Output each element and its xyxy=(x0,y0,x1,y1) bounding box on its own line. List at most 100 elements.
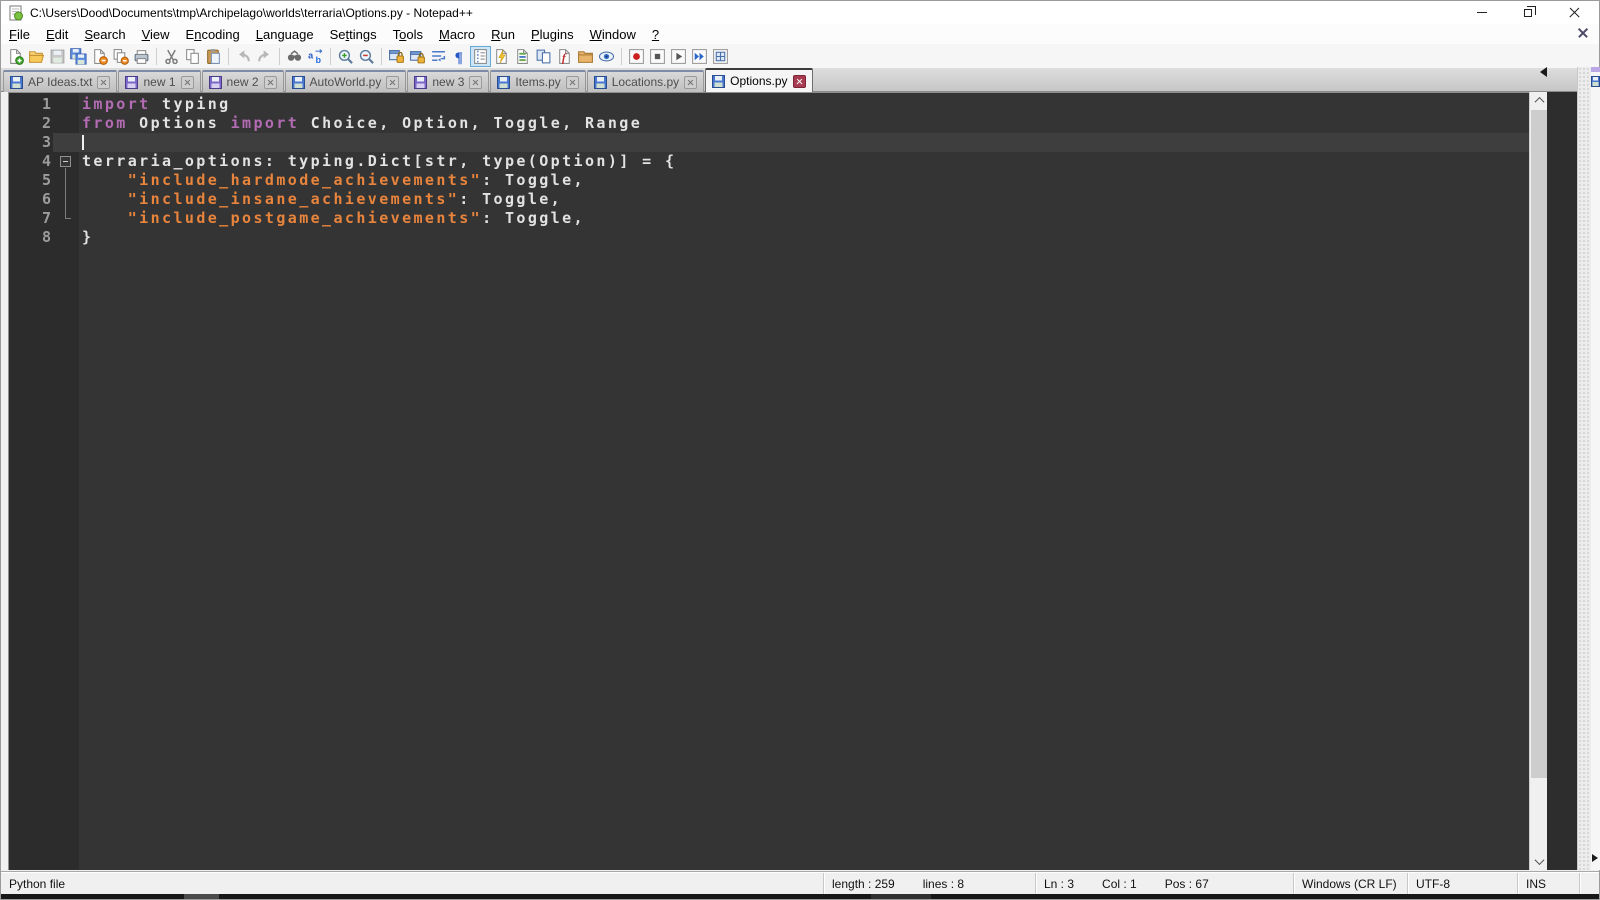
tab-options.py[interactable]: Options.py xyxy=(705,68,813,92)
tab-new-2[interactable]: new 2 xyxy=(201,70,284,92)
indent-guide-button[interactable] xyxy=(470,45,491,67)
tab-ap-ideas.txt[interactable]: AP Ideas.txt xyxy=(3,70,118,92)
menu-item-edit[interactable]: Edit xyxy=(38,25,76,44)
undo-button[interactable] xyxy=(233,46,254,67)
menu-item-encoding[interactable]: Encoding xyxy=(178,25,248,44)
paste-button[interactable] xyxy=(203,46,224,67)
macro-save-button[interactable] xyxy=(710,46,731,67)
tab-new-1[interactable]: new 1 xyxy=(118,70,201,92)
status-eol-format[interactable]: Windows (CR LF) xyxy=(1293,873,1407,894)
menu-item-run[interactable]: Run xyxy=(483,25,523,44)
doc-map-button[interactable] xyxy=(491,46,512,67)
tab-label: AutoWorld.py xyxy=(309,75,382,89)
tab-file-icon xyxy=(712,74,726,88)
tab-bar: AP Ideas.txt new 1 new 2 AutoWorld.py new 3 I… xyxy=(1,67,1599,92)
save-all-button[interactable] xyxy=(68,46,89,67)
open-folder-button[interactable] xyxy=(26,46,47,67)
find-button[interactable] xyxy=(284,46,305,67)
zoom-in-button[interactable] xyxy=(335,46,356,67)
scrollbar-thumb[interactable] xyxy=(1531,110,1547,778)
zoom-out-button[interactable] xyxy=(356,46,377,67)
word-wrap-button[interactable] xyxy=(428,46,449,67)
code-text: terraria_options: typing.Dict[str, type(… xyxy=(79,152,1529,171)
macro-record-button[interactable] xyxy=(626,46,647,67)
status-cursor-position: Ln : 3 Col : 1 Pos : 67 xyxy=(1035,873,1293,894)
line-number: 2 xyxy=(41,114,51,132)
show-all-characters-button[interactable]: ¶ xyxy=(449,46,470,67)
macro-stop-button[interactable] xyxy=(647,46,668,67)
toolbar-group xyxy=(161,46,224,67)
tab-scroll-left-icon[interactable] xyxy=(1540,67,1547,77)
string-token: "include_hardmode_achievements" xyxy=(127,171,483,189)
sync-vertical-button[interactable] xyxy=(386,46,407,67)
status-encoding[interactable]: UTF-8 xyxy=(1407,873,1517,894)
keyword-token: import xyxy=(230,114,300,132)
restore-button[interactable] xyxy=(1505,1,1551,24)
print-button[interactable] xyxy=(131,46,152,67)
code-token: : Toggle, xyxy=(459,190,563,208)
copy-button[interactable] xyxy=(182,46,203,67)
code-lines: 1 import typing 2 from Options import Choic… xyxy=(9,95,1529,247)
macro-run-multiple-button[interactable] xyxy=(689,46,710,67)
close-all-button[interactable] xyxy=(110,46,131,67)
menu-item-[interactable]: ? xyxy=(644,25,667,44)
code-text: "include_insane_achievements": Toggle, xyxy=(79,190,1529,209)
code-token: typing xyxy=(150,95,231,113)
monitoring-button[interactable] xyxy=(596,46,617,67)
main-area: 1 import typing 2 from Options import Choic… xyxy=(1,67,1600,872)
menu-item-settings[interactable]: Settings xyxy=(322,25,385,44)
folder-as-workspace-button[interactable] xyxy=(575,46,596,67)
code-token: terraria_options: typing.Dict[str, type(… xyxy=(82,152,677,170)
close-button[interactable] xyxy=(1551,1,1597,24)
menu-item-file[interactable]: File xyxy=(1,25,38,44)
tab-new-3[interactable]: new 3 xyxy=(407,70,490,92)
menu-item-language[interactable]: Language xyxy=(248,25,322,44)
cut-button[interactable] xyxy=(161,46,182,67)
scroll-down-icon[interactable] xyxy=(1530,853,1548,870)
save-button[interactable] xyxy=(47,46,68,67)
fold-collapse-marker[interactable] xyxy=(53,152,79,171)
redo-button[interactable] xyxy=(254,46,275,67)
tab-close-icon[interactable] xyxy=(263,75,277,89)
menu-item-window[interactable]: Window xyxy=(582,25,644,44)
function-list-button[interactable]: f xyxy=(554,46,575,67)
tab-close-icon[interactable] xyxy=(792,74,806,88)
tab-locations.py[interactable]: Locations.py xyxy=(586,70,705,92)
menu-item-search[interactable]: Search xyxy=(76,25,133,44)
vertical-scrollbar[interactable] xyxy=(1529,92,1547,870)
svg-text:¶: ¶ xyxy=(455,49,463,64)
doc-switcher-button[interactable] xyxy=(533,46,554,67)
docked-panel-edge xyxy=(1591,67,1600,870)
tab-close-icon[interactable] xyxy=(180,75,194,89)
sync-horizontal-button[interactable] xyxy=(407,46,428,67)
menu-item-view[interactable]: View xyxy=(134,25,178,44)
menu-item-plugins[interactable]: Plugins xyxy=(523,25,582,44)
tab-items.py[interactable]: Items.py xyxy=(490,70,586,92)
tab-close-icon[interactable] xyxy=(469,75,483,89)
code-editor[interactable]: 1 import typing 2 from Options import Choic… xyxy=(8,92,1529,870)
close-document-icon[interactable] xyxy=(1577,27,1589,39)
status-insert-mode[interactable]: INS xyxy=(1517,873,1579,894)
tab-file-icon xyxy=(10,75,23,89)
panel-scroll-right-icon[interactable] xyxy=(1592,854,1598,862)
document-list-button[interactable] xyxy=(512,46,533,67)
tab-close-icon[interactable] xyxy=(684,75,698,89)
code-text: import typing xyxy=(79,95,1529,114)
minimize-button[interactable] xyxy=(1459,1,1505,24)
replace-button[interactable]: ab xyxy=(305,46,326,67)
tab-close-icon[interactable] xyxy=(97,75,111,89)
taskbar-segment xyxy=(871,894,931,899)
tab-close-icon[interactable] xyxy=(386,75,400,89)
tab-close-icon[interactable] xyxy=(565,75,579,89)
dock-splitter[interactable] xyxy=(1577,67,1591,870)
tab-autoworld.py[interactable]: AutoWorld.py xyxy=(284,70,407,92)
tab-label: AP Ideas.txt xyxy=(28,75,93,89)
close-file-button[interactable] xyxy=(89,46,110,67)
code-line-3: 3 xyxy=(9,133,1529,152)
new-file-button[interactable] xyxy=(5,46,26,67)
tab-label: new 3 xyxy=(432,75,465,89)
macro-play-button[interactable] xyxy=(668,46,689,67)
menu-item-tools[interactable]: Tools xyxy=(385,25,431,44)
menu-item-macro[interactable]: Macro xyxy=(431,25,483,44)
scroll-up-icon[interactable] xyxy=(1530,92,1548,109)
